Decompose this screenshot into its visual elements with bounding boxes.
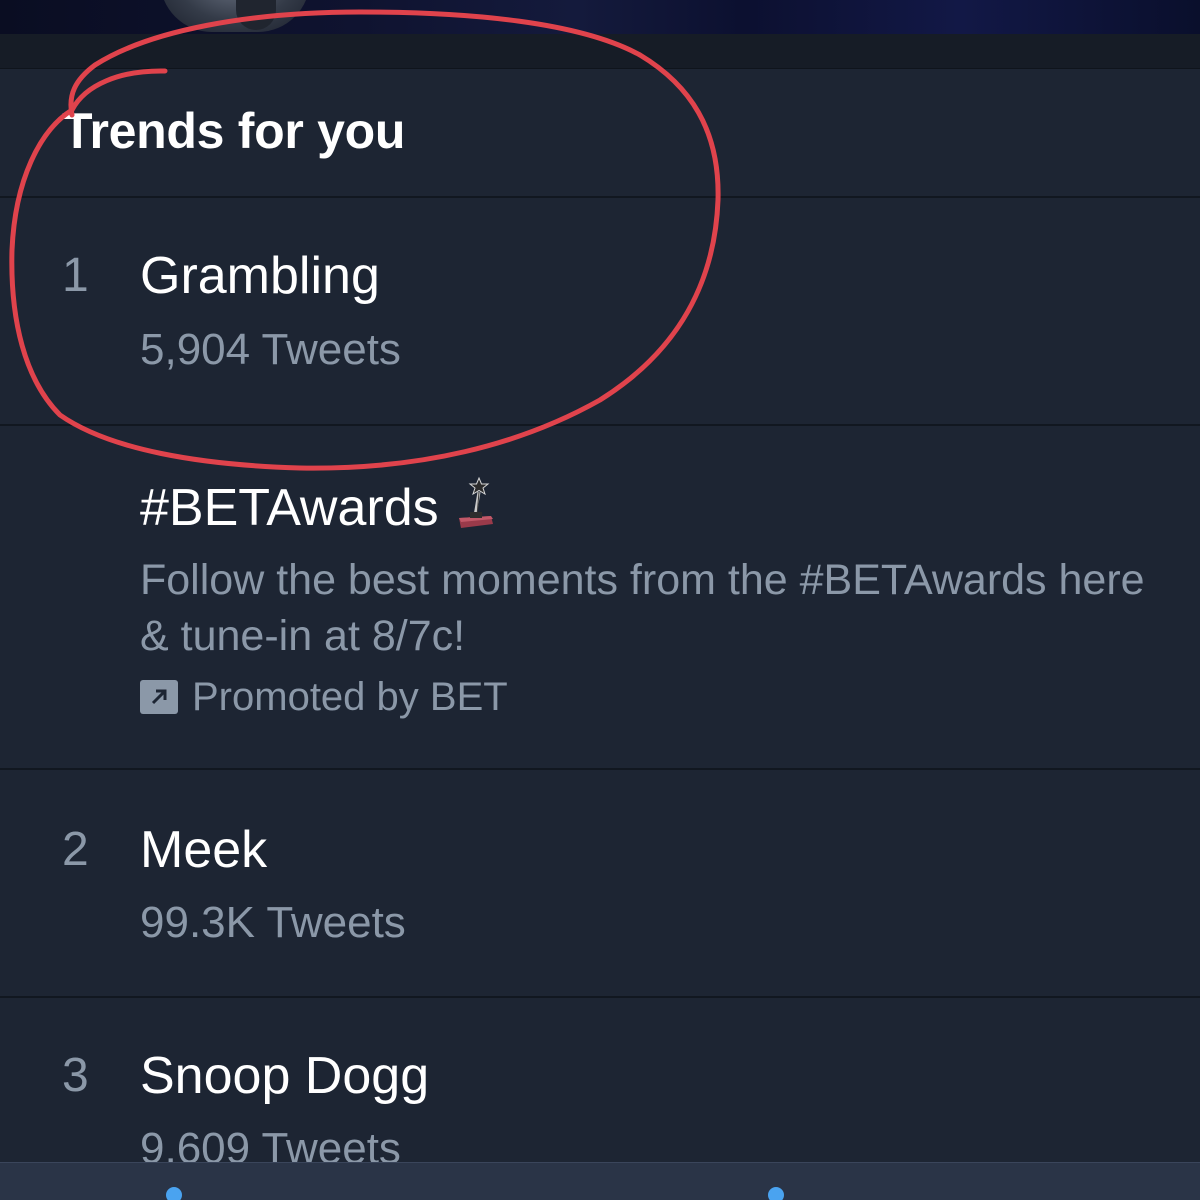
trend-tweet-count: 99.3K Tweets <box>140 898 406 947</box>
trend-tweet-count: 5,904 Tweets <box>140 325 401 374</box>
trend-rank: 3 <box>62 1049 89 1102</box>
section-gap <box>0 34 1200 69</box>
promoted-trend-name: #BETAwards <box>140 479 439 538</box>
trend-item-1[interactable]: 1 Grambling 5,904 Tweets <box>0 198 1200 426</box>
trend-name: Grambling <box>140 247 380 305</box>
page-title: Trends for you <box>62 103 406 159</box>
trend-rank: 1 <box>62 249 89 302</box>
trends-screen: Trends for you 1 Grambling 5,904 Tweets … <box>0 0 1200 1200</box>
promoted-trend-description: Follow the best moments from the #BETAwa… <box>140 556 1145 660</box>
banner-figure <box>160 0 310 32</box>
bottom-tab-bar[interactable] <box>0 1162 1200 1200</box>
promoted-arrow-icon <box>140 680 178 714</box>
award-trophy-icon <box>455 476 497 547</box>
tab-indicator-dot <box>768 1187 784 1200</box>
promoted-trend-item[interactable]: #BETAwards Follow the best moments from … <box>0 426 1200 770</box>
trend-name: Snoop Dogg <box>140 1047 430 1105</box>
promoted-by-line[interactable]: Promoted by BET <box>140 670 508 724</box>
trend-rank: 2 <box>62 823 89 876</box>
promoted-trend-title: #BETAwards <box>140 476 497 547</box>
tab-indicator-dot <box>166 1187 182 1200</box>
trend-name: Meek <box>140 821 268 879</box>
promoted-by-text: Promoted by BET <box>192 675 508 719</box>
trend-item-2[interactable]: 2 Meek 99.3K Tweets <box>0 770 1200 998</box>
banner-image <box>0 0 1200 34</box>
